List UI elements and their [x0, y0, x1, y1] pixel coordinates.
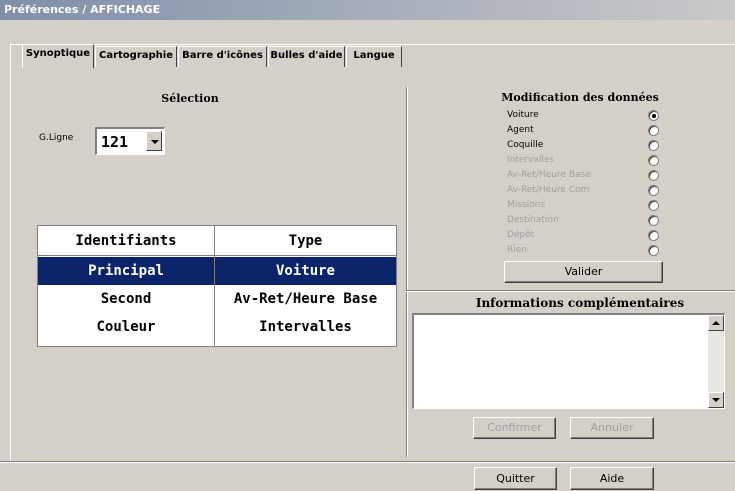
validate-button[interactable]: Valider	[504, 261, 663, 283]
radio-destination[interactable]	[648, 215, 659, 226]
radio-depot[interactable]	[648, 230, 659, 241]
radio-intervalles[interactable]	[648, 155, 659, 166]
chevron-down-icon[interactable]	[146, 131, 162, 151]
tab-synoptique[interactable]: Synoptique	[22, 44, 94, 68]
vertical-divider	[406, 87, 408, 457]
modification-title: Modification des données	[501, 91, 659, 104]
table-header-identifiants: Identifiants	[75, 233, 177, 249]
radio-label-avret-com: Av-Ret/Heure Com	[507, 185, 590, 195]
radio-label-avret-base: Av-Ret/Heure Base	[507, 170, 591, 180]
footer-divider	[0, 461, 735, 463]
quit-button[interactable]: Quitter	[474, 467, 557, 490]
radio-agent[interactable]	[648, 125, 659, 136]
window-title: Préférences / AFFICHAGE	[0, 0, 735, 20]
radio-missions[interactable]	[648, 200, 659, 211]
confirm-button[interactable]: Confirmer	[473, 417, 556, 439]
table-header-type: Type	[288, 233, 323, 249]
table-header-divider	[38, 255, 396, 256]
scroll-down-icon[interactable]	[708, 392, 724, 408]
gline-label: G.Ligne	[39, 133, 74, 143]
gline-combobox[interactable]: 121	[95, 127, 165, 155]
radio-label-depot: Dépôt	[507, 230, 535, 240]
table-row-id[interactable]: Principal	[38, 257, 214, 285]
table-row-type[interactable]: Voiture	[215, 257, 396, 285]
table-column-divider	[214, 226, 215, 346]
table-row-type[interactable]: Intervalles	[215, 313, 396, 341]
cancel-button[interactable]: Annuler	[570, 417, 654, 439]
radio-avret-com[interactable]	[648, 185, 659, 196]
info-title: Informations complémentaires	[475, 296, 685, 310]
tab-barre-icones[interactable]: Barre d'icônes	[178, 46, 267, 67]
tab-bulles-aide[interactable]: Bulles d'aide	[268, 46, 345, 67]
horizontal-divider	[406, 290, 735, 292]
radio-label-intervalles: Intervalles	[507, 155, 555, 165]
tab-langue[interactable]: Langue	[346, 46, 402, 67]
identifiers-table: Identifiants Type Principal Voiture Seco…	[37, 225, 397, 347]
table-row-id[interactable]: Couleur	[38, 313, 214, 341]
selection-title: Sélection	[161, 92, 219, 105]
help-button[interactable]: Aide	[570, 467, 654, 490]
info-scrollbar[interactable]	[708, 315, 724, 408]
radio-rien[interactable]	[648, 245, 659, 256]
table-row-type[interactable]: Av-Ret/Heure Base	[215, 285, 396, 313]
table-row-id[interactable]: Second	[38, 285, 214, 313]
radio-label-missions: Missions	[507, 200, 546, 210]
radio-coquille[interactable]	[648, 140, 659, 151]
radio-voiture[interactable]	[648, 110, 659, 121]
radio-label-agent: Agent	[507, 125, 534, 135]
radio-label-destination: Destination	[507, 215, 559, 225]
radio-label-voiture: Voiture	[507, 110, 539, 120]
info-textarea[interactable]	[412, 313, 725, 409]
tab-cartographie[interactable]: Cartographie	[95, 46, 177, 67]
gline-value: 121	[101, 133, 129, 151]
radio-label-rien: Rien	[507, 245, 527, 255]
scroll-up-icon[interactable]	[708, 315, 724, 331]
radio-label-coquille: Coquille	[507, 140, 544, 150]
radio-avret-base[interactable]	[648, 170, 659, 181]
